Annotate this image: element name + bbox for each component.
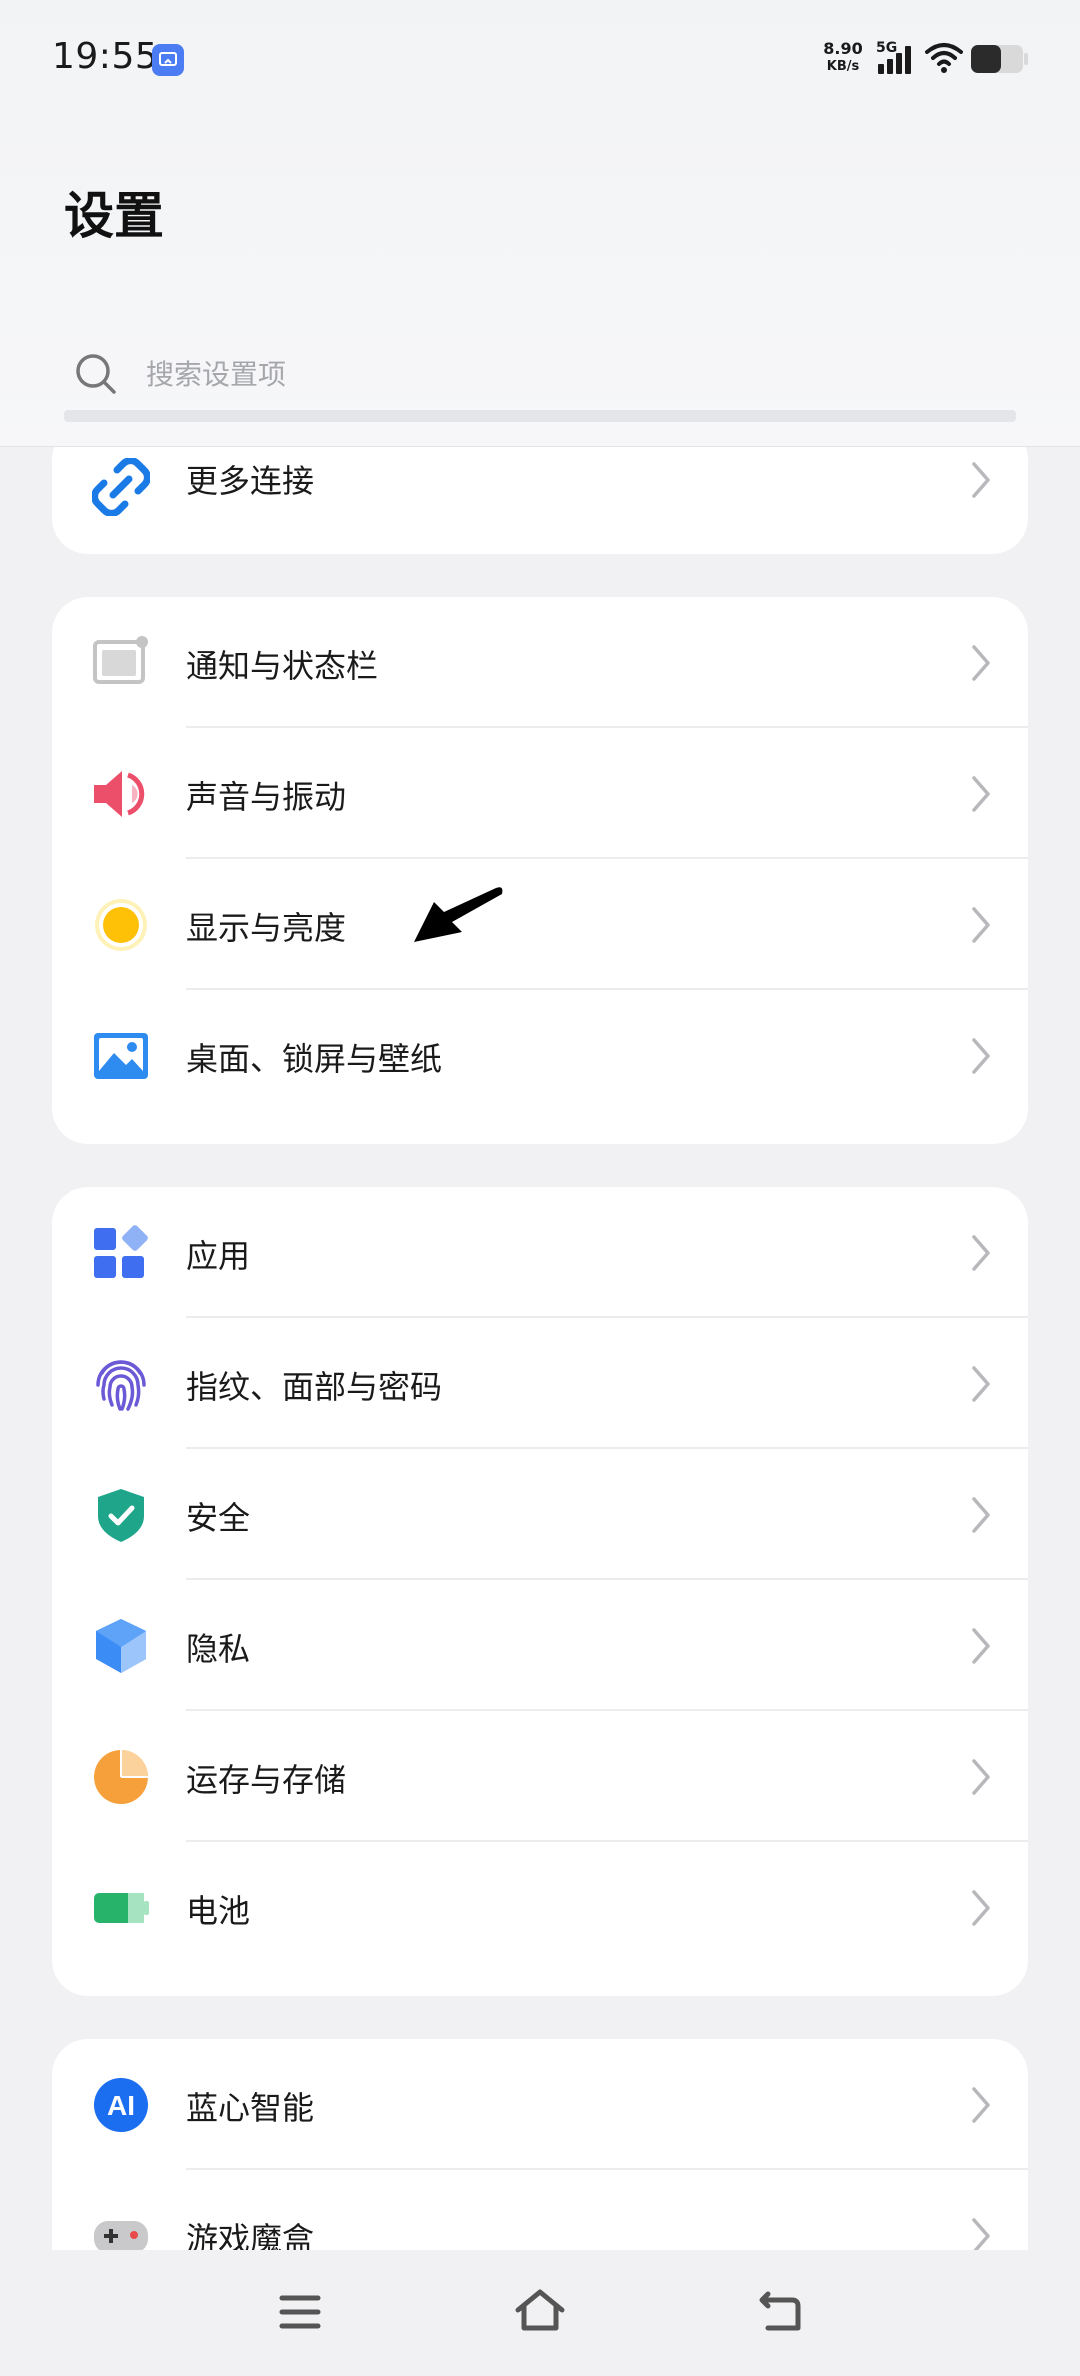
settings-item-label: 电池 — [186, 1892, 251, 1930]
link-icon — [92, 458, 150, 516]
settings-item-label: 声音与振动 — [186, 778, 347, 816]
battery-setting-icon — [94, 1893, 149, 1923]
brightness-icon — [95, 899, 147, 951]
speaker-icon — [94, 771, 145, 817]
settings-item-notifications[interactable]: 通知与状态栏 — [52, 597, 1028, 728]
search-input[interactable] — [146, 350, 946, 398]
search-box[interactable] — [64, 340, 1016, 422]
chevron-right-icon — [972, 1628, 990, 1664]
settings-group-display: 通知与状态栏 声音与振动 显示与亮度 桌面、锁屏与壁纸 — [52, 597, 1028, 1144]
shield-icon — [98, 1489, 144, 1542]
back-icon[interactable] — [750, 2282, 810, 2342]
notification-icon — [93, 636, 148, 684]
chevron-right-icon — [972, 776, 990, 812]
settings-group-system: 应用 指纹、面部与密码 安全 隐私 运存与存储 电池 — [52, 1187, 1028, 1996]
battery-icon — [971, 45, 1028, 73]
settings-item-fingerprint[interactable]: 指纹、面部与密码 — [52, 1318, 1028, 1449]
search-icon — [76, 354, 116, 394]
settings-item-ai[interactable]: AI 蓝心智能 — [52, 2039, 1028, 2170]
settings-item-sound[interactable]: 声音与振动 — [52, 728, 1028, 859]
settings-item-label: 桌面、锁屏与壁纸 — [186, 1040, 443, 1078]
screen-cast-icon — [152, 44, 184, 76]
page-title: 设置 — [64, 187, 164, 245]
header: 19:55 8.90 KB/s 5G 设置 搜索设置项 — [0, 0, 1080, 447]
status-bar: 19:55 8.90 KB/s 5G — [0, 0, 1080, 120]
settings-item-label: 指纹、面部与密码 — [186, 1368, 443, 1406]
settings-item-display[interactable]: 显示与亮度 — [52, 859, 1028, 990]
chevron-right-icon — [972, 1759, 990, 1795]
chevron-right-icon — [972, 1497, 990, 1533]
chevron-right-icon — [972, 1366, 990, 1402]
net-speed-value: 8.90 — [823, 39, 863, 58]
settings-item-label: 隐私 — [186, 1630, 251, 1668]
chevron-right-icon — [972, 1038, 990, 1074]
ai-icon: AI — [94, 2078, 148, 2132]
chevron-right-icon — [972, 1235, 990, 1271]
settings-item-wallpaper[interactable]: 桌面、锁屏与壁纸 — [52, 990, 1028, 1121]
home-icon[interactable] — [510, 2282, 570, 2342]
fingerprint-icon — [96, 1360, 146, 1411]
settings-item-label: 安全 — [186, 1499, 251, 1537]
chevron-right-icon — [972, 645, 990, 681]
privacy-cube-icon — [96, 1619, 146, 1673]
chevron-right-icon — [972, 907, 990, 943]
wallpaper-icon — [94, 1033, 148, 1079]
menu-icon[interactable] — [270, 2282, 330, 2342]
net-speed: 8.90 KB/s — [820, 40, 866, 76]
settings-item-privacy[interactable]: 隐私 — [52, 1580, 1028, 1711]
apps-icon — [94, 1225, 148, 1278]
settings-item-apps[interactable]: 应用 — [52, 1187, 1028, 1318]
status-time: 19:55 — [52, 36, 159, 77]
chevron-right-icon — [972, 2087, 990, 2123]
chevron-right-icon — [972, 462, 990, 498]
settings-item-label: 显示与亮度 — [186, 909, 347, 947]
svg-text:AI: AI — [107, 2090, 135, 2121]
settings-item-storage[interactable]: 运存与存储 — [52, 1711, 1028, 1842]
settings-item-label: 通知与状态栏 — [186, 647, 379, 685]
pointer-arrow-icon — [414, 887, 503, 942]
settings-item-label: 更多连接 — [186, 462, 315, 500]
chevron-right-icon — [972, 1890, 990, 1926]
settings-item-label: 应用 — [186, 1237, 251, 1275]
settings-item-battery[interactable]: 电池 — [52, 1842, 1028, 1973]
net-speed-unit: KB/s — [826, 59, 860, 74]
storage-pie-icon — [94, 1750, 148, 1804]
signal-bars-icon: 5G — [876, 40, 916, 76]
settings-item-security[interactable]: 安全 — [52, 1449, 1028, 1580]
search-divider — [64, 410, 1016, 422]
system-nav-bar — [0, 2250, 1080, 2376]
settings-item-label: 蓝心智能 — [186, 2089, 315, 2127]
settings-item-label: 运存与存储 — [186, 1761, 347, 1799]
wifi-icon — [925, 43, 963, 73]
